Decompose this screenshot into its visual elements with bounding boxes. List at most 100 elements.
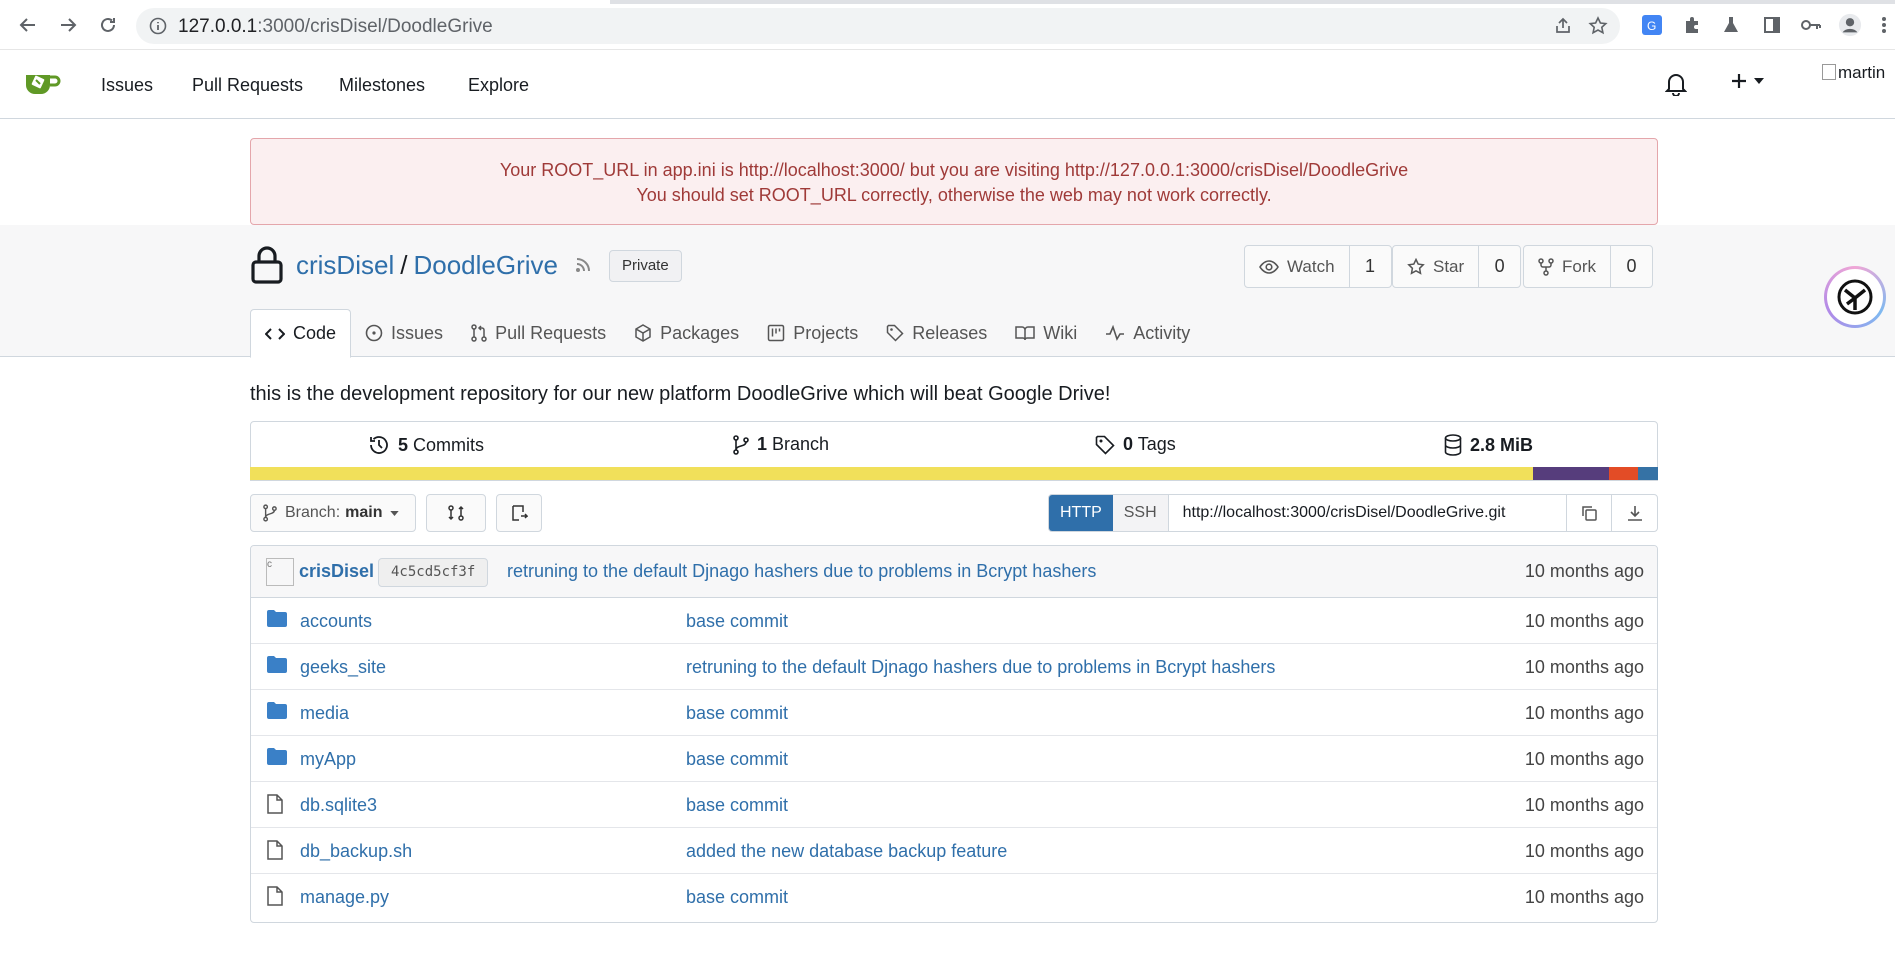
file-commit-link[interactable]: retruning to the default Djnago hashers …	[686, 657, 1275, 678]
folder-icon	[267, 748, 287, 765]
profile-icon[interactable]	[1838, 13, 1862, 37]
folder-icon	[267, 702, 287, 719]
project-icon	[767, 324, 785, 342]
plus-icon	[1730, 72, 1748, 90]
language-segment[interactable]	[250, 467, 1533, 480]
new-file-button[interactable]	[496, 494, 542, 532]
forward-arrow-icon[interactable]	[55, 12, 81, 38]
language-segment[interactable]	[1532, 467, 1609, 480]
file-age: 10 months ago	[1524, 657, 1644, 677]
create-new-button[interactable]	[1730, 72, 1764, 90]
file-commit-link[interactable]: base commit	[686, 703, 788, 724]
language-bar[interactable]	[250, 467, 1658, 480]
rss-icon[interactable]	[574, 256, 592, 274]
lab-icon[interactable]	[1719, 13, 1743, 37]
tag-icon	[886, 324, 904, 342]
commit-sha-button[interactable]: 4c5cd5cf3f	[378, 558, 489, 587]
download-icon[interactable]	[1612, 495, 1657, 531]
fork-icon	[1538, 257, 1554, 276]
folder-icon	[267, 610, 287, 627]
gitea-logo-icon[interactable]	[24, 68, 64, 98]
tab-issues[interactable]: Issues	[351, 309, 457, 357]
repo-toolbar: Branch: main HTTP SSH http://localhost:3…	[250, 494, 1658, 532]
sidebar-icon[interactable]	[1760, 13, 1784, 37]
floating-assistant-button[interactable]	[1824, 266, 1886, 328]
language-segment[interactable]	[1638, 467, 1658, 480]
tab-packages[interactable]: Packages	[620, 309, 753, 357]
watch-button[interactable]: Watch	[1245, 246, 1350, 287]
language-segment[interactable]	[1608, 467, 1639, 480]
repo-name-link[interactable]: DoodleGrive	[413, 250, 558, 281]
file-name-link[interactable]: db_backup.sh	[300, 841, 412, 862]
star-count[interactable]: 0	[1479, 246, 1520, 287]
svg-text:G: G	[1647, 19, 1656, 33]
file-commit-link[interactable]: base commit	[686, 795, 788, 816]
copy-icon[interactable]	[1567, 495, 1613, 531]
tags-stat[interactable]: 0 Tags	[1095, 434, 1176, 455]
tab-pull-requests[interactable]: Pull Requests	[457, 309, 620, 357]
table-row: media base commit 10 months ago	[251, 690, 1657, 736]
share-icon[interactable]	[1551, 14, 1575, 38]
assistant-logo-icon	[1835, 277, 1875, 317]
nav-milestones[interactable]: Milestones	[339, 75, 425, 96]
tab-activity-label: Activity	[1133, 322, 1191, 343]
tab-projects[interactable]: Projects	[753, 309, 872, 357]
url-text: 127.0.0.1:3000/crisDisel/DoodleGrive	[178, 16, 493, 37]
issue-icon	[365, 324, 383, 342]
branches-stat[interactable]: 1 Branch	[733, 434, 829, 455]
file-name-link[interactable]: db.sqlite3	[300, 795, 377, 816]
size-stat: 2.8 MiB	[1444, 434, 1533, 456]
file-name-link[interactable]: media	[300, 703, 349, 724]
tab-activity[interactable]: Activity	[1091, 309, 1204, 357]
translate-icon[interactable]: G	[1640, 13, 1664, 37]
file-commit-link[interactable]: base commit	[686, 887, 788, 908]
menu-dots-icon[interactable]	[1878, 13, 1890, 37]
star-button[interactable]: Star	[1393, 246, 1480, 287]
file-commit-link[interactable]: added the new database backup feature	[686, 841, 1007, 862]
file-name-link[interactable]: accounts	[300, 611, 372, 632]
back-arrow-icon[interactable]	[15, 12, 41, 38]
nav-issues[interactable]: Issues	[101, 75, 153, 96]
watch-count[interactable]: 1	[1350, 246, 1391, 287]
tags-label: Tags	[1137, 434, 1176, 454]
repo-separator: /	[400, 249, 408, 280]
commit-message-link[interactable]: retruning to the default Djnago hashers …	[507, 561, 1096, 582]
compare-button[interactable]	[426, 494, 486, 532]
fork-button[interactable]: Fork	[1524, 246, 1611, 287]
nav-explore[interactable]: Explore	[468, 75, 529, 96]
commit-author-link[interactable]: crisDisel	[299, 561, 374, 582]
user-avatar-menu[interactable]: martin	[1822, 63, 1895, 97]
file-icon	[267, 840, 283, 860]
tag-icon	[1095, 435, 1115, 455]
puzzle-icon[interactable]	[1681, 13, 1705, 37]
tab-releases[interactable]: Releases	[872, 309, 1001, 357]
watch-label: Watch	[1287, 256, 1335, 276]
fork-count[interactable]: 0	[1611, 246, 1652, 287]
info-icon[interactable]	[149, 17, 167, 35]
avatar[interactable]: c	[266, 558, 294, 586]
tab-wiki[interactable]: Wiki	[1001, 309, 1091, 357]
file-commit-link[interactable]: base commit	[686, 749, 788, 770]
commits-stat[interactable]: 5 Commits	[368, 434, 484, 456]
ssh-clone-button[interactable]: SSH	[1112, 495, 1169, 531]
reload-icon[interactable]	[95, 12, 121, 38]
star-icon[interactable]	[1586, 14, 1610, 38]
file-name-link[interactable]: myApp	[300, 749, 356, 770]
branch-selector[interactable]: Branch: main	[250, 494, 416, 532]
branch-prefix: Branch:	[285, 504, 341, 521]
nav-pull-requests[interactable]: Pull Requests	[192, 75, 303, 96]
branches-label: Branch	[772, 434, 830, 454]
root-url-warning: Your ROOT_URL in app.ini is http://local…	[250, 138, 1658, 225]
site-navbar: Issues Pull Requests Milestones Explore …	[0, 50, 1895, 119]
bell-icon[interactable]	[1665, 72, 1687, 96]
file-name-link[interactable]: geeks_site	[300, 657, 386, 678]
commit-age: 10 months ago	[1524, 561, 1644, 581]
address-bar[interactable]: 127.0.0.1:3000/crisDisel/DoodleGrive	[136, 8, 1620, 44]
repo-owner-link[interactable]: crisDisel	[296, 250, 394, 281]
clone-url-input[interactable]: http://localhost:3000/crisDisel/DoodleGr…	[1169, 495, 1568, 531]
tab-code[interactable]: Code	[250, 309, 352, 358]
file-name-link[interactable]: manage.py	[300, 887, 389, 908]
file-commit-link[interactable]: base commit	[686, 611, 788, 632]
http-clone-button[interactable]: HTTP	[1049, 495, 1113, 531]
key-icon[interactable]	[1799, 13, 1823, 37]
